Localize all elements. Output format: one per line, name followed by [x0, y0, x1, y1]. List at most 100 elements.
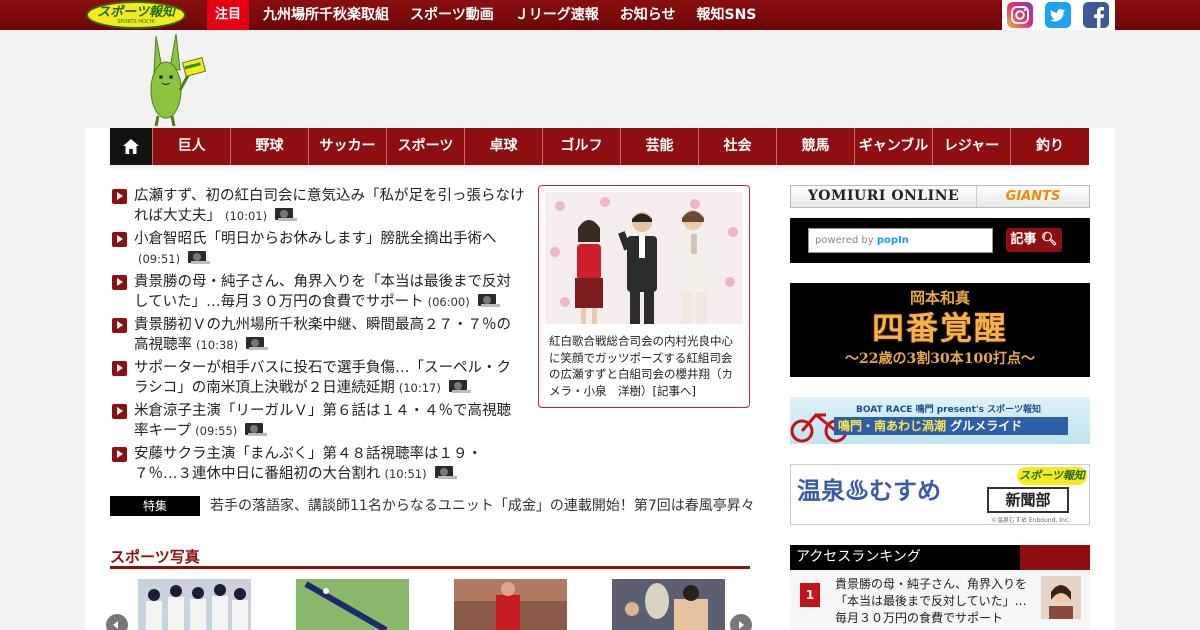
- search-powered-by: powered by: [815, 235, 874, 246]
- top-nav-notice[interactable]: お知らせ: [620, 0, 676, 30]
- giants-link[interactable]: GIANTS: [977, 186, 1089, 207]
- tokushu-label: 特集: [110, 496, 200, 516]
- banner-gourmet-main-b: グルメライド: [946, 419, 1023, 433]
- bullet-arrow-icon: [112, 275, 127, 290]
- ranking-title: アクセスランキング: [796, 549, 921, 565]
- feature-card[interactable]: 紅白歌合戦総合司会の内村光良中心に笑顔でガッツポーズする紅組司会の広瀬すずと白組…: [538, 185, 750, 408]
- category-nav: 巨人 野球 サッカー スポーツ 卓球 ゴルフ 芸能 社会 競馬 ギャンブル レジ…: [110, 128, 1089, 165]
- category-fishing[interactable]: 釣り: [1011, 128, 1089, 165]
- category-entertainment[interactable]: 芸能: [621, 128, 699, 165]
- home-button[interactable]: [110, 128, 153, 165]
- bullet-arrow-icon: [112, 404, 127, 419]
- camera-icon: [275, 208, 298, 221]
- category-horse-racing[interactable]: 競馬: [777, 128, 855, 165]
- banner-onsen-title: 温泉♨むすめ: [797, 476, 941, 505]
- sports-photo-thumb[interactable]: [454, 579, 567, 630]
- news-list: 広瀬すず、初の紅白司会に意気込み「私が足を引っ張らなければ大丈夫」 (10:01)…: [110, 186, 525, 487]
- news-item[interactable]: 安藤サクラ主演「まんぷく」第４８話視聴率は１９・７％…３連休中日に番組初の大台割…: [110, 444, 525, 484]
- ranking-item[interactable]: 1 貴景勝の母・純子さん、角界入りを「本当は最後まで反対していた」…毎月３０万円…: [790, 570, 1090, 630]
- news-title[interactable]: 米倉涼子主演「リーガルＶ」第６話は１４・４％で高視聴率キープ: [134, 403, 511, 439]
- sports-photo-thumb[interactable]: [138, 579, 251, 630]
- twitter-icon[interactable]: [1045, 2, 1071, 28]
- category-giants[interactable]: 巨人: [153, 128, 231, 165]
- news-time: (10:38): [196, 338, 239, 352]
- sports-photo-title: スポーツ写真: [110, 548, 200, 566]
- banner-okamoto-sub: 〜22歳の3割30本100打点〜: [845, 351, 1035, 367]
- ranking-thumb[interactable]: [1041, 576, 1081, 619]
- category-baseball[interactable]: 野球: [231, 128, 309, 165]
- social-links: [1002, 0, 1115, 30]
- sports-photo-thumb[interactable]: [612, 579, 725, 630]
- bullet-arrow-icon: [112, 447, 127, 462]
- news-item[interactable]: 広瀬すず、初の紅白司会に意気込み「私が足を引っ張らなければ大丈夫」 (10:01): [110, 186, 525, 226]
- search-area: powered by popIn 記事 🔍︎: [790, 218, 1090, 263]
- top-nav-kyushu[interactable]: 九州場所千秋楽取組: [263, 0, 389, 30]
- news-item[interactable]: 小倉智昭氏「明日からお休みします」膀胱全摘出手術へ (09:51): [110, 229, 525, 269]
- news-time: (09:55): [195, 424, 238, 438]
- news-title[interactable]: 安藤サクラ主演「まんぷく」第４８話視聴率は１９・７％…３連休中日に番組初の大台割…: [134, 446, 482, 482]
- category-society[interactable]: 社会: [699, 128, 777, 165]
- news-title[interactable]: 小倉智昭氏「明日からお休みします」膀胱全摘出手術へ: [134, 231, 497, 247]
- search-button[interactable]: 記事 🔍︎: [1006, 228, 1062, 252]
- ranking-number: 1: [800, 583, 820, 607]
- tokushu-link[interactable]: 若手の落語家、講談師11名からなるユニット「成金」の連載開始！第7回は春風亭昇々: [210, 496, 755, 516]
- category-gamble[interactable]: ギャンブル: [855, 128, 933, 165]
- camera-icon: [434, 466, 457, 479]
- news-time: (10:01): [225, 209, 268, 223]
- news-title[interactable]: 広瀬すず、初の紅白司会に意気込み「私が足を引っ張らなければ大丈夫」: [134, 188, 524, 224]
- top-nav-hot[interactable]: 注目: [207, 0, 250, 30]
- category-soccer[interactable]: サッカー: [309, 128, 387, 165]
- news-item[interactable]: 貴景勝の母・純子さん、角界入りを「本当は最後まで反対していた」…毎月３０万円の食…: [110, 272, 525, 312]
- news-item[interactable]: 貴景勝初Ｖの九州場所千秋楽中継、瞬間最高２７・７％の高視聴率 (10:38): [110, 315, 525, 355]
- top-nav-sns[interactable]: 報知SNS: [696, 0, 756, 30]
- ranking-tab[interactable]: [1020, 545, 1090, 570]
- category-sports[interactable]: スポーツ: [387, 128, 465, 165]
- news-title[interactable]: 貴景勝初Ｖの九州場所千秋楽中継、瞬間最高２７・７％の高視聴率: [134, 317, 511, 353]
- top-nav-video[interactable]: スポーツ動画: [410, 0, 494, 30]
- sports-photo-thumb[interactable]: [296, 579, 409, 630]
- facebook-icon[interactable]: [1083, 2, 1109, 28]
- top-bar: スポーツ報知 SPORTS HOCHI 注目 九州場所千秋楽取組 スポーツ動画 …: [0, 0, 1200, 30]
- top-nav-jleague[interactable]: Ｊリーグ速報: [515, 0, 599, 30]
- news-item[interactable]: 米倉涼子主演「リーガルＶ」第６話は１４・４％で高視聴率キープ (09:55): [110, 401, 525, 441]
- logo-subtext: SPORTS HOCHI: [117, 18, 155, 25]
- feature-photo[interactable]: [545, 192, 743, 324]
- news-time: (09:51): [138, 252, 181, 266]
- news-item[interactable]: サポーターが相手バスに投石で選手負傷…「スーペル・クラシコ」の南米頂上決戦が２日…: [110, 358, 525, 398]
- feature-caption[interactable]: 紅白歌合戦総合司会の内村光良中心に笑顔でガッツポーズする紅組司会の広瀬すずと白組…: [549, 333, 743, 399]
- search-icon: 🔍︎: [1041, 232, 1058, 247]
- home-icon: [123, 139, 139, 154]
- banner-okamoto-name: 岡本和真: [909, 289, 970, 307]
- category-golf[interactable]: ゴルフ: [543, 128, 621, 165]
- site-logo[interactable]: スポーツ報知 SPORTS HOCHI: [86, 1, 186, 29]
- banner-gourmet-ride[interactable]: BOAT RACE 鳴門 present's スポーツ報知 鳴門・南あわじ渦潮 …: [790, 397, 1090, 444]
- banner-okamoto[interactable]: 岡本和真 四番覚醒 〜22歳の3割30本100打点〜: [790, 283, 1090, 377]
- news-time: (10:51): [384, 467, 427, 481]
- banner-gourmet-main-a: 鳴門・南あわじ渦潮: [838, 419, 947, 433]
- banner-okamoto-headline: 四番覚醒: [871, 309, 1008, 347]
- banner-onsen-musume[interactable]: 温泉♨むすめ スポーツ報知 新聞部 ©温泉むすめ Enbound, Inc.: [790, 464, 1090, 525]
- ranking-header: アクセスランキング: [790, 545, 1090, 570]
- sports-photo-divider: [110, 566, 750, 569]
- carousel-prev-icon[interactable]: [106, 614, 128, 630]
- news-time: (10:17): [398, 381, 441, 395]
- carousel-next-icon[interactable]: [730, 614, 752, 630]
- bullet-arrow-icon: [112, 232, 127, 247]
- banner-onsen-credit: ©温泉むすめ Enbound, Inc.: [991, 517, 1070, 524]
- search-button-label: 記事: [1010, 232, 1037, 247]
- partner-links: YOMIURI ONLINE GIANTS: [790, 185, 1090, 208]
- category-leisure[interactable]: レジャー: [933, 128, 1011, 165]
- top-nav: 注目 九州場所千秋楽取組 スポーツ動画 Ｊリーグ速報 お知らせ 報知SNS: [207, 0, 777, 30]
- news-time: (06:00): [427, 295, 470, 309]
- banner-onsen-box: 新聞部: [987, 487, 1069, 513]
- logo-text: スポーツ報知: [97, 4, 175, 20]
- ranking-text[interactable]: 貴景勝の母・純子さん、角界入りを「本当は最後まで反対していた」…毎月３０万円の食…: [835, 576, 1035, 627]
- yomiuri-online-link[interactable]: YOMIURI ONLINE: [791, 186, 977, 207]
- instagram-icon[interactable]: [1007, 2, 1033, 28]
- popin-brand: popIn: [876, 235, 909, 246]
- search-input[interactable]: powered by popIn: [808, 228, 993, 253]
- category-table-tennis[interactable]: 卓球: [465, 128, 543, 165]
- camera-icon: [246, 337, 269, 350]
- banner-gourmet-top: BOAT RACE 鳴門 present's スポーツ報知: [856, 405, 1041, 415]
- camera-icon: [188, 251, 211, 264]
